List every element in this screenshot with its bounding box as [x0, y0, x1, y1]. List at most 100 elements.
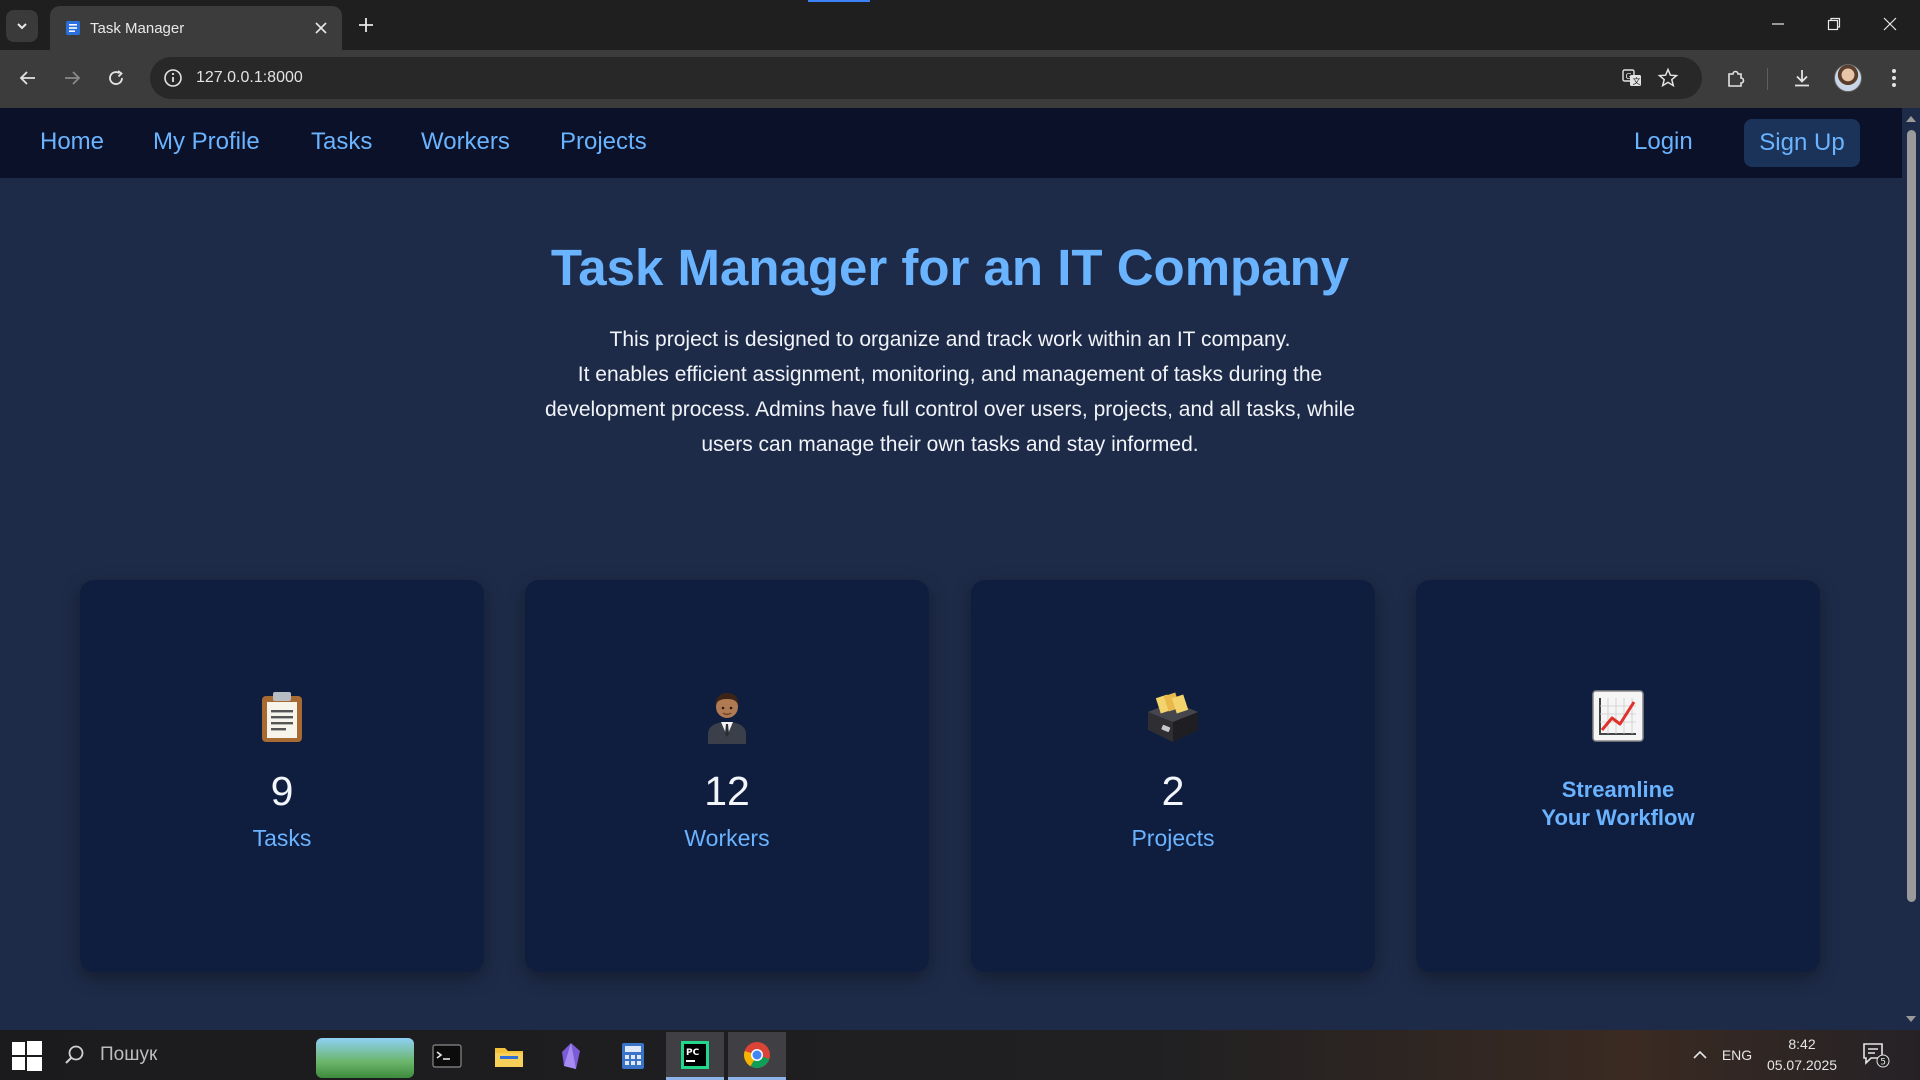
pycharm-icon: PC	[681, 1040, 709, 1069]
stat-card-projects[interactable]: 2 Projects	[971, 580, 1375, 972]
worker-icon	[708, 693, 746, 744]
arrow-right-icon	[65, 71, 81, 85]
new-tab-button[interactable]	[351, 10, 381, 40]
taskbar-terminal[interactable]	[418, 1032, 476, 1080]
chrome-icon	[744, 1041, 770, 1068]
terminal-icon	[432, 1044, 462, 1068]
workers-label: Workers	[684, 825, 770, 851]
clipboard-icon	[262, 692, 302, 742]
windows-start-icon[interactable]	[10, 1039, 44, 1073]
browser-menu-button[interactable]	[1876, 60, 1912, 96]
news-widget[interactable]	[316, 1038, 414, 1078]
reload-icon	[109, 70, 123, 85]
taskbar-obsidian[interactable]	[542, 1032, 600, 1080]
cta-text: Streamline Your Workflow	[1416, 776, 1820, 832]
stat-card-tasks[interactable]: 9 Tasks	[80, 580, 484, 972]
site-info-icon[interactable]	[162, 67, 184, 89]
page-title: Task Manager for an IT Company	[550, 239, 1350, 296]
cta-card-streamline[interactable]: Streamline Your Workflow	[1416, 580, 1820, 972]
taskbar-search[interactable]: Пошук	[64, 1038, 304, 1072]
minimize-button[interactable]	[1750, 0, 1806, 48]
page-viewport: Home My Profile Tasks Workers Projects L…	[0, 108, 1902, 1030]
url-text[interactable]: 127.0.0.1:8000	[196, 69, 303, 87]
star-icon	[1657, 67, 1679, 88]
stat-card-workers[interactable]: 12 Workers	[525, 580, 929, 972]
browser-tab[interactable]: Task Manager	[50, 6, 342, 50]
search-icon	[65, 1045, 84, 1064]
plus-icon	[359, 18, 373, 32]
clock-time: 8:42	[1788, 1036, 1816, 1052]
taskbar-pycharm[interactable]: PC	[666, 1032, 724, 1080]
translate-button[interactable]: G文	[1620, 66, 1644, 90]
restore-icon	[1827, 17, 1841, 31]
profile-avatar[interactable]	[1834, 64, 1862, 92]
puzzle-icon	[1728, 70, 1745, 87]
clock-date: 05.07.2025	[1766, 1057, 1838, 1073]
svg-text:文: 文	[1633, 76, 1641, 86]
hero-description: This project is designed to organize and…	[520, 322, 1380, 462]
hero-description-line2: It enables efficient assignment, monitor…	[544, 363, 1356, 456]
search-placeholder: Пошук	[100, 1044, 158, 1065]
tab-search-button[interactable]	[6, 10, 38, 42]
chevron-up-icon	[1693, 1050, 1707, 1059]
toolbar-separator	[1767, 68, 1768, 90]
card-file-box-icon	[1148, 692, 1198, 742]
download-icon	[1795, 70, 1809, 87]
nav-tasks[interactable]: Tasks	[311, 128, 372, 156]
scrollbar-thumb[interactable]	[1907, 130, 1916, 902]
page-scrollbar[interactable]	[1902, 108, 1920, 1030]
notification-count: 5	[1880, 1058, 1886, 1068]
workers-count: 12	[704, 768, 750, 814]
scroll-down-icon[interactable]	[1905, 1014, 1917, 1024]
chevron-down-icon	[17, 23, 27, 30]
taskbar-chrome[interactable]	[728, 1032, 786, 1080]
close-window-button[interactable]	[1862, 0, 1918, 48]
hero-description-line1: This project is designed to organize and…	[609, 328, 1291, 351]
close-icon	[315, 22, 327, 34]
site-navbar: Home My Profile Tasks Workers Projects L…	[0, 108, 1902, 178]
bookmark-button[interactable]	[1656, 66, 1680, 90]
calculator-icon	[622, 1043, 644, 1069]
browser-tab-bar: Task Manager	[0, 0, 1920, 50]
arrow-left-icon	[19, 71, 35, 85]
tasks-count: 9	[270, 768, 294, 814]
nav-projects[interactable]: Projects	[560, 128, 647, 156]
nav-home[interactable]: Home	[40, 128, 104, 156]
scroll-up-icon[interactable]	[1905, 114, 1917, 124]
taskbar-file-explorer[interactable]	[480, 1032, 538, 1080]
projects-count: 2	[1161, 768, 1185, 814]
taskbar-clock[interactable]: 8:42 05.07.2025	[1760, 1034, 1844, 1076]
notifications-button[interactable]: 5	[1856, 1030, 1896, 1080]
browser-toolbar: 127.0.0.1:8000 G文	[0, 50, 1920, 108]
tray-overflow-button[interactable]	[1686, 1030, 1714, 1080]
address-bar[interactable]: 127.0.0.1:8000 G文	[150, 57, 1702, 99]
translate-icon: G文	[1622, 69, 1641, 86]
chart-increasing-icon	[1592, 690, 1644, 742]
tab-close-button[interactable]	[310, 17, 332, 39]
cta-line2: Your Workflow	[1541, 805, 1695, 830]
more-vertical-icon	[1892, 69, 1896, 87]
obsidian-icon	[562, 1043, 580, 1069]
language-indicator[interactable]: ENG	[1716, 1030, 1758, 1080]
notification-icon: 5	[1863, 1043, 1890, 1068]
projects-label: Projects	[1131, 825, 1215, 851]
windows-taskbar: Пошук PC ENG 8:42 05.07.2025 5	[0, 1030, 1920, 1080]
restore-button[interactable]	[1806, 0, 1862, 48]
back-button[interactable]	[10, 60, 46, 96]
extensions-button[interactable]	[1718, 60, 1754, 96]
nav-workers[interactable]: Workers	[421, 128, 510, 156]
svg-text:PC: PC	[686, 1048, 700, 1058]
loading-indicator	[808, 0, 870, 2]
forward-button[interactable]	[54, 60, 90, 96]
reload-button[interactable]	[98, 60, 134, 96]
taskbar-calculator[interactable]	[604, 1032, 662, 1080]
nav-my-profile[interactable]: My Profile	[153, 128, 260, 156]
tab-title: Task Manager	[90, 20, 185, 37]
folder-icon	[495, 1048, 523, 1067]
cta-line1: Streamline	[1561, 777, 1675, 802]
login-link[interactable]: Login	[1634, 128, 1693, 156]
downloads-button[interactable]	[1784, 60, 1820, 96]
tasks-label: Tasks	[252, 825, 312, 851]
favicon-icon	[66, 21, 80, 35]
signup-button[interactable]: Sign Up	[1744, 119, 1860, 167]
